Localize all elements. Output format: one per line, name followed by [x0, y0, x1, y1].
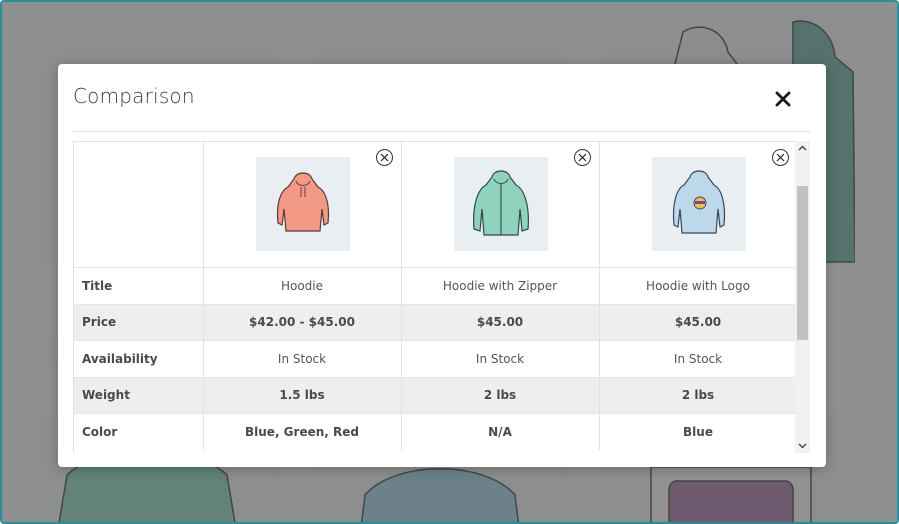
comparison-modal: Comparison Title Hoodie Hoodie with Zipp… — [58, 64, 826, 467]
table-row: Weight 1.5 lbs 2 lbs 2 lbs — [74, 376, 795, 414]
chevron-down-icon — [798, 443, 807, 449]
row-label: Price — [74, 303, 204, 341]
scroll-down-button[interactable] — [795, 439, 810, 453]
remove-product-button[interactable] — [573, 149, 591, 166]
comparison-table: Title Hoodie Hoodie with Zipper Hoodie w… — [74, 141, 795, 450]
close-button[interactable] — [772, 88, 794, 110]
vertical-scrollbar[interactable] — [795, 141, 810, 453]
empty-header-cell — [74, 141, 204, 268]
table-cell: In Stock — [401, 340, 600, 377]
product-image[interactable] — [453, 157, 548, 251]
table-cell: In Stock — [203, 340, 402, 377]
hoodie-with-zipper-icon — [472, 170, 529, 236]
table-cell: Hoodie with Logo — [599, 267, 795, 304]
table-cell: Blue, Green, Red — [203, 413, 402, 450]
row-label: Title — [74, 267, 204, 304]
table-cell: 1.5 lbs — [203, 376, 402, 414]
table-cell: $42.00 - $45.00 — [203, 303, 402, 341]
comparison-table-container[interactable]: Title Hoodie Hoodie with Zipper Hoodie w… — [73, 141, 795, 453]
table-row: Availability In Stock In Stock In Stock — [74, 340, 795, 377]
product-cell — [599, 141, 795, 268]
table-cell: Blue — [599, 413, 795, 450]
remove-product-button[interactable] — [375, 149, 393, 166]
table-row: Color Blue, Green, Red N/A Blue — [74, 413, 795, 450]
table-row: Price $42.00 - $45.00 $45.00 $45.00 — [74, 303, 795, 341]
modal-title: Comparison — [73, 84, 195, 108]
remove-product-button[interactable] — [771, 149, 789, 166]
row-label: Availability — [74, 340, 204, 377]
remove-icon — [578, 153, 586, 162]
table-cell: Hoodie — [203, 267, 402, 304]
product-cell — [203, 141, 402, 268]
header-divider — [73, 131, 810, 132]
table-cell: Hoodie with Zipper — [401, 267, 600, 304]
remove-icon — [380, 153, 388, 162]
table-cell: $45.00 — [401, 303, 600, 341]
table-cell: 2 lbs — [599, 376, 795, 414]
remove-icon — [776, 153, 784, 162]
table-cell: N/A — [401, 413, 600, 450]
hoodie-icon — [276, 172, 329, 232]
table-cell: 2 lbs — [401, 376, 600, 414]
scrollbar-thumb[interactable] — [797, 186, 808, 340]
table-row: Title Hoodie Hoodie with Zipper Hoodie w… — [74, 267, 795, 304]
hoodie-with-logo-icon — [672, 170, 725, 234]
image-row — [74, 141, 795, 268]
chevron-up-icon — [798, 145, 807, 151]
row-label: Weight — [74, 376, 204, 414]
page-frame: Comparison Title Hoodie Hoodie with Zipp… — [0, 0, 899, 524]
table-cell: $45.00 — [599, 303, 795, 341]
close-icon — [775, 91, 791, 107]
table-cell: In Stock — [599, 340, 795, 377]
product-image[interactable] — [651, 157, 746, 251]
scroll-up-button[interactable] — [795, 141, 810, 155]
row-label: Color — [74, 413, 204, 450]
product-image[interactable] — [255, 157, 350, 251]
product-cell — [401, 141, 600, 268]
